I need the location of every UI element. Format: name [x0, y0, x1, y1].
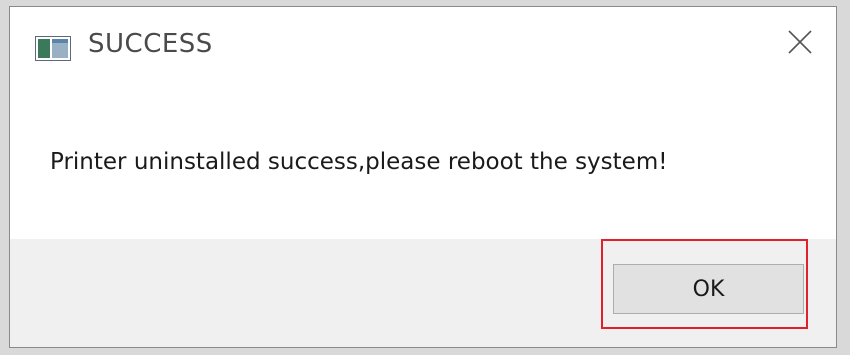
message-box-dialog: SUCCESS Printer uninstalled success,plea… [9, 6, 837, 348]
window-app-icon [35, 36, 71, 61]
close-icon [787, 29, 813, 59]
ok-button[interactable]: OK [613, 264, 804, 314]
title-bar: SUCCESS [10, 7, 836, 81]
dialog-content: Printer uninstalled success,please reboo… [10, 81, 836, 239]
close-button[interactable] [764, 7, 836, 81]
dialog-message: Printer uninstalled success,please reboo… [50, 149, 668, 175]
screen-background: SUCCESS Printer uninstalled success,plea… [0, 0, 850, 355]
dialog-footer: OK [10, 239, 836, 347]
dialog-title: SUCCESS [88, 29, 213, 59]
